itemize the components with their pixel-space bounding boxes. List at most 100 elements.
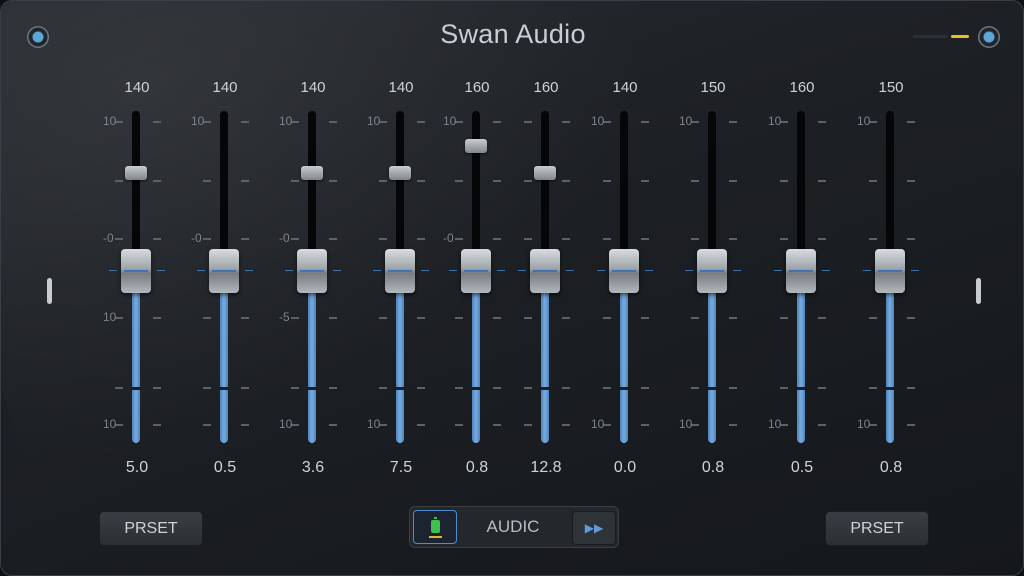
scale-tick [455, 180, 463, 182]
secondary-thumb[interactable] [534, 166, 556, 180]
center-marker [373, 270, 381, 271]
left-resize-handle[interactable] [47, 278, 52, 304]
band-gain-value: 12.8 [530, 459, 562, 476]
fader-thumb[interactable] [209, 249, 239, 293]
scale-tick [907, 424, 915, 426]
eq-band: 140 10 -0 10 10 5.0 [97, 71, 177, 491]
scale-tick [691, 180, 699, 182]
scale-tick [379, 238, 387, 240]
right-resize-handle[interactable] [976, 278, 981, 304]
fader-thumb[interactable] [875, 249, 905, 293]
band-frequency-label: 160 [533, 79, 559, 96]
scale-tick [641, 424, 649, 426]
scale-tick [493, 387, 501, 389]
scale-tick [203, 238, 211, 240]
band-frequency-label: 140 [124, 79, 150, 96]
fader-thumb[interactable] [461, 249, 491, 293]
scale-tick [907, 317, 915, 319]
scale-tick [493, 180, 501, 182]
band-frequency-label: 140 [612, 79, 638, 96]
band-frequency-label: 140 [300, 79, 326, 96]
scale-tick [729, 424, 737, 426]
scale-tick [641, 317, 649, 319]
scale-tick [641, 180, 649, 182]
scale-tick [641, 238, 649, 240]
scale-tick [291, 387, 299, 389]
scale-tick [641, 387, 649, 389]
scale-tick [524, 387, 532, 389]
preset-button-right[interactable]: PRSET [825, 511, 929, 546]
secondary-thumb[interactable] [465, 139, 487, 153]
scale-label: 10 [679, 114, 693, 128]
scale-label: 10 [679, 417, 693, 431]
scale-tick [524, 180, 532, 182]
band-gain-value: 5.0 [125, 459, 149, 476]
eq-band: 160 10 10 0.5 [762, 71, 842, 491]
scale-tick [780, 387, 788, 389]
eq-band: 140 10 -0 -5 10 3.6 [273, 71, 353, 491]
scale-tick [818, 180, 826, 182]
center-marker [421, 270, 429, 271]
secondary-thumb[interactable] [301, 166, 323, 180]
scale-tick [203, 424, 211, 426]
fader-thumb[interactable] [609, 249, 639, 293]
fader-thumb[interactable] [786, 249, 816, 293]
fader-fill [472, 281, 480, 443]
eq-band: 160 10 -0 0.8 [437, 71, 517, 491]
scale-tick [562, 180, 570, 182]
fader-thumb[interactable] [121, 249, 151, 293]
scale-tick [729, 387, 737, 389]
scale-label: -5 [279, 310, 290, 324]
scale-tick [907, 238, 915, 240]
center-marker [285, 270, 293, 271]
scale-tick [455, 238, 463, 240]
eq-band: 150 10 10 0.8 [673, 71, 753, 491]
scale-tick [241, 121, 249, 123]
center-marker [645, 270, 653, 271]
scale-tick [562, 238, 570, 240]
fader-thumb[interactable] [385, 249, 415, 293]
scale-tick [153, 317, 161, 319]
fader-detent [708, 387, 716, 390]
eq-band: 150 10 10 0.8 [851, 71, 931, 491]
skip-forward-button[interactable]: ▶▶ [572, 511, 616, 545]
scale-tick [329, 238, 337, 240]
scale-tick [203, 180, 211, 182]
fader-detent [886, 387, 894, 390]
scale-tick [907, 180, 915, 182]
scale-label: -0 [191, 231, 202, 245]
scale-tick [115, 387, 123, 389]
band-frequency-label: 160 [464, 79, 490, 96]
center-marker [822, 270, 830, 271]
center-marker [518, 270, 526, 271]
scale-label: 10 [103, 310, 117, 324]
fader-thumb[interactable] [697, 249, 727, 293]
scale-tick [203, 317, 211, 319]
secondary-thumb[interactable] [389, 166, 411, 180]
band-frequency-label: 150 [878, 79, 904, 96]
fader-thumb[interactable] [530, 249, 560, 293]
scale-tick [818, 424, 826, 426]
scale-tick [241, 317, 249, 319]
scale-tick [241, 180, 249, 182]
scale-tick [524, 238, 532, 240]
eq-band: 160 12.8 [506, 71, 586, 491]
scale-tick [115, 180, 123, 182]
scale-tick [818, 317, 826, 319]
preset-button-left[interactable]: PRSET [99, 511, 203, 546]
scale-tick [729, 317, 737, 319]
scale-tick [907, 387, 915, 389]
scale-tick [291, 238, 299, 240]
center-marker [497, 270, 505, 271]
battery-button[interactable] [413, 510, 457, 544]
center-marker [597, 270, 605, 271]
scale-tick [115, 238, 123, 240]
scale-tick [329, 387, 337, 389]
fader-fill [886, 281, 894, 443]
center-marker [685, 270, 693, 271]
secondary-thumb[interactable] [125, 166, 147, 180]
fader-thumb[interactable] [297, 249, 327, 293]
scale-tick [641, 121, 649, 123]
scale-tick [417, 317, 425, 319]
fader-detent [797, 387, 805, 390]
